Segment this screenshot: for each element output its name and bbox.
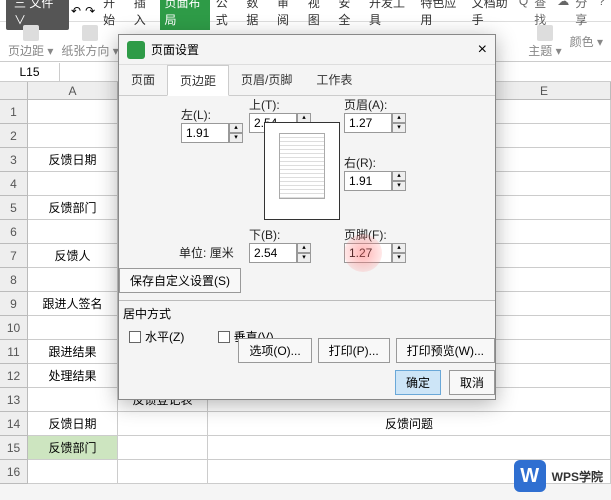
row-header[interactable]: 2 xyxy=(0,124,28,148)
header-input[interactable] xyxy=(344,113,392,133)
row-header[interactable]: 10 xyxy=(0,316,28,340)
save-custom-button[interactable]: 保存自定义设置(S) xyxy=(119,268,241,293)
row-header[interactable]: 1 xyxy=(0,100,28,124)
row-header[interactable]: 4 xyxy=(0,172,28,196)
cell[interactable] xyxy=(28,172,118,196)
page-preview xyxy=(264,122,340,220)
row-header[interactable]: 14 xyxy=(0,412,28,436)
cancel-button[interactable]: 取消 xyxy=(449,370,495,395)
cell[interactable]: 反馈日期 xyxy=(28,148,118,172)
horiz-checkbox[interactable]: 水平(Z) xyxy=(129,328,184,345)
cell[interactable]: 反馈问题 xyxy=(208,412,611,436)
dlg-tab-page[interactable]: 页面 xyxy=(119,65,167,95)
cell[interactable] xyxy=(28,100,118,124)
print-button[interactable]: 打印(P)... xyxy=(318,338,390,363)
cell[interactable] xyxy=(28,220,118,244)
row-header[interactable]: 9 xyxy=(0,292,28,316)
header-label: 页眉(A): xyxy=(344,98,387,112)
left-input[interactable] xyxy=(181,123,229,143)
cell[interactable]: 跟进人签名 xyxy=(28,292,118,316)
tab-dochelper[interactable]: 文档助手 xyxy=(468,0,517,30)
cell[interactable]: 反馈人 xyxy=(28,244,118,268)
search-icon[interactable]: Q xyxy=(519,0,528,28)
cell[interactable] xyxy=(28,316,118,340)
row-header[interactable]: 15 xyxy=(0,436,28,460)
preview-button[interactable]: 打印预览(W)... xyxy=(396,338,495,363)
row-header[interactable]: 5 xyxy=(0,196,28,220)
row-header[interactable]: 8 xyxy=(0,268,28,292)
options-button[interactable]: 选项(O)... xyxy=(238,338,311,363)
unit-label: 单位: xyxy=(179,246,206,260)
cell[interactable]: 跟进结果 xyxy=(28,340,118,364)
dlg-tab-margins[interactable]: 页边距 xyxy=(167,65,229,96)
tab-security[interactable]: 安全 xyxy=(334,0,363,30)
name-box[interactable]: L15 xyxy=(0,63,60,81)
close-icon[interactable]: × xyxy=(478,41,487,59)
bottom-label: 下(B): xyxy=(249,228,280,242)
cell[interactable] xyxy=(208,436,611,460)
tab-pagelayout[interactable]: 页面布局 xyxy=(160,0,209,30)
cell[interactable]: 反馈部门 xyxy=(28,196,118,220)
dialog-title: 页面设置 xyxy=(151,41,199,58)
margins-button[interactable]: 页边距 ▾ xyxy=(8,25,53,59)
undo-icon[interactable]: ↶ xyxy=(71,4,83,18)
row-header[interactable]: 6 xyxy=(0,220,28,244)
select-all-corner[interactable] xyxy=(0,82,28,99)
cell[interactable]: 处理结果 xyxy=(28,364,118,388)
wps-academy-logo: WWPS学院 xyxy=(514,460,603,492)
cell[interactable] xyxy=(28,268,118,292)
cell[interactable] xyxy=(118,460,208,484)
ok-button[interactable]: 确定 xyxy=(395,370,441,395)
tab-view[interactable]: 视图 xyxy=(304,0,333,30)
cell[interactable]: 反馈日期 xyxy=(28,412,118,436)
tab-formula[interactable]: 公式 xyxy=(212,0,241,30)
themes-button[interactable]: 主题 ▾ xyxy=(528,25,561,59)
tab-special[interactable]: 特色应用 xyxy=(416,0,465,30)
share-label: 分享 xyxy=(575,0,592,28)
footer-input[interactable] xyxy=(344,243,392,263)
wps-logo-icon xyxy=(127,41,145,59)
dlg-tab-sheet[interactable]: 工作表 xyxy=(304,65,364,95)
dlg-tab-headerfooter[interactable]: 页眉/页脚 xyxy=(229,65,304,95)
page-setup-dialog: 页面设置 × 页面 页边距 页眉/页脚 工作表 上(T): ▴▾ 页眉(A): … xyxy=(118,34,496,400)
orientation-button[interactable]: 纸张方向 ▾ xyxy=(61,25,118,59)
tab-dev[interactable]: 开发工具 xyxy=(365,0,414,30)
row-header[interactable]: 11 xyxy=(0,340,28,364)
share-icon[interactable]: ☁ xyxy=(557,0,569,28)
cell[interactable] xyxy=(118,436,208,460)
tab-review[interactable]: 审阅 xyxy=(273,0,302,30)
unit-value: 厘米 xyxy=(210,246,234,260)
col-a[interactable]: A xyxy=(28,82,118,99)
tab-data[interactable]: 数据 xyxy=(242,0,271,30)
col-e[interactable]: E xyxy=(478,82,611,99)
top-label: 上(T): xyxy=(249,98,280,112)
row-header[interactable]: 3 xyxy=(0,148,28,172)
right-label: 右(R): xyxy=(344,156,376,170)
bottom-input[interactable] xyxy=(249,243,297,263)
redo-icon[interactable]: ↷ xyxy=(85,4,97,18)
colors-button[interactable]: 颜色 ▾ xyxy=(570,33,603,50)
row-header[interactable]: 7 xyxy=(0,244,28,268)
help-icon[interactable]: ? xyxy=(598,0,605,28)
footer-label: 页脚(F): xyxy=(344,228,387,242)
cell[interactable] xyxy=(28,388,118,412)
row-header[interactable]: 13 xyxy=(0,388,28,412)
cell[interactable]: 反馈部门 xyxy=(28,436,118,460)
row-header[interactable]: 12 xyxy=(0,364,28,388)
center-title: 居中方式 xyxy=(119,305,175,322)
right-input[interactable] xyxy=(344,171,392,191)
cell[interactable] xyxy=(28,124,118,148)
cell[interactable] xyxy=(28,460,118,484)
cell[interactable] xyxy=(118,412,208,436)
left-label: 左(L): xyxy=(181,108,211,122)
search-label: 查找 xyxy=(534,0,551,28)
row-header[interactable]: 16 xyxy=(0,460,28,484)
tab-insert[interactable]: 插入 xyxy=(130,0,159,30)
